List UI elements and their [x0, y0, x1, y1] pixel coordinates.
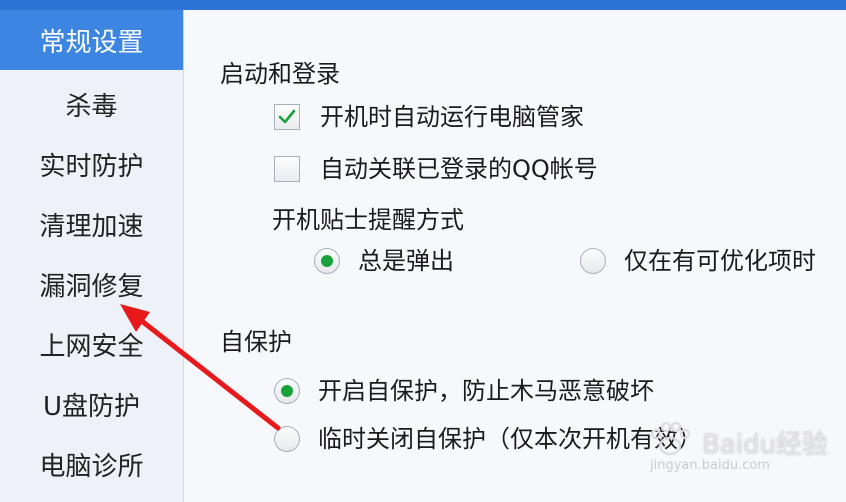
sidebar-item-label: 电脑诊所: [39, 451, 144, 482]
sidebar-item-label: 常规设置: [39, 27, 144, 58]
radio-selected-dot: [281, 385, 293, 397]
sidebar-item-label: 漏洞修复: [39, 271, 144, 302]
auto-run-checkbox-row[interactable]: 开机时自动运行电脑管家: [274, 102, 584, 132]
tips-always-popup-radio-row[interactable]: 总是弹出: [314, 246, 454, 276]
tips-only-optimizable-radio[interactable]: [580, 248, 606, 274]
tips-mode-label: 开机贴士提醒方式: [272, 206, 464, 234]
tips-always-popup-label: 总是弹出: [358, 247, 454, 275]
window-top-bar: [0, 0, 846, 10]
auto-run-label: 开机时自动运行电脑管家: [320, 103, 584, 131]
tips-always-popup-radio[interactable]: [314, 248, 340, 274]
tips-only-optimizable-label: 仅在有可优化项时: [624, 247, 816, 275]
self-protect-on-radio[interactable]: [274, 378, 300, 404]
startup-section-title: 启动和登录: [220, 60, 340, 88]
auto-link-qq-label: 自动关联已登录的QQ帐号: [320, 155, 598, 183]
self-protect-section-title: 自保护: [220, 328, 292, 356]
auto-link-qq-checkbox[interactable]: [274, 156, 300, 182]
sidebar-item-cleanup-speedup[interactable]: 清理加速: [0, 194, 183, 254]
settings-sidebar: 常规设置 杀毒 实时防护 清理加速 漏洞修复 上网安全 U盘防护 电脑诊所: [0, 10, 184, 502]
radio-selected-dot: [321, 255, 333, 267]
sidebar-item-label: 清理加速: [39, 211, 144, 242]
sidebar-item-label: 杀毒: [65, 91, 118, 122]
self-protect-on-radio-row[interactable]: 开启自保护，防止木马恶意破坏: [274, 376, 654, 406]
sidebar-item-web-security[interactable]: 上网安全: [0, 314, 183, 374]
sidebar-item-realtime-protection[interactable]: 实时防护: [0, 134, 183, 194]
sidebar-item-pc-clinic[interactable]: 电脑诊所: [0, 434, 183, 494]
sidebar-item-label: 上网安全: [39, 331, 144, 362]
self-protect-off-radio-row[interactable]: 临时关闭自保护（仅本次开机有效）: [274, 424, 702, 454]
sidebar-item-usb-protection[interactable]: U盘防护: [0, 374, 183, 434]
self-protect-off-label: 临时关闭自保护（仅本次开机有效）: [318, 425, 702, 453]
sidebar-item-label: 实时防护: [39, 151, 144, 182]
tips-only-optimizable-radio-row[interactable]: 仅在有可优化项时: [580, 246, 816, 276]
self-protect-on-label: 开启自保护，防止木马恶意破坏: [318, 377, 654, 405]
check-icon: [278, 109, 296, 124]
sidebar-item-general[interactable]: 常规设置: [0, 10, 183, 70]
settings-content: 启动和登录 开机时自动运行电脑管家 自动关联已登录的QQ帐号 开机贴士提醒方式 …: [184, 10, 846, 502]
sidebar-item-antivirus[interactable]: 杀毒: [0, 74, 183, 134]
sidebar-item-vulnerability-fix[interactable]: 漏洞修复: [0, 254, 183, 314]
auto-link-qq-checkbox-row[interactable]: 自动关联已登录的QQ帐号: [274, 154, 598, 184]
self-protect-off-radio[interactable]: [274, 426, 300, 452]
sidebar-item-label: U盘防护: [42, 391, 141, 422]
auto-run-checkbox[interactable]: [274, 104, 300, 130]
